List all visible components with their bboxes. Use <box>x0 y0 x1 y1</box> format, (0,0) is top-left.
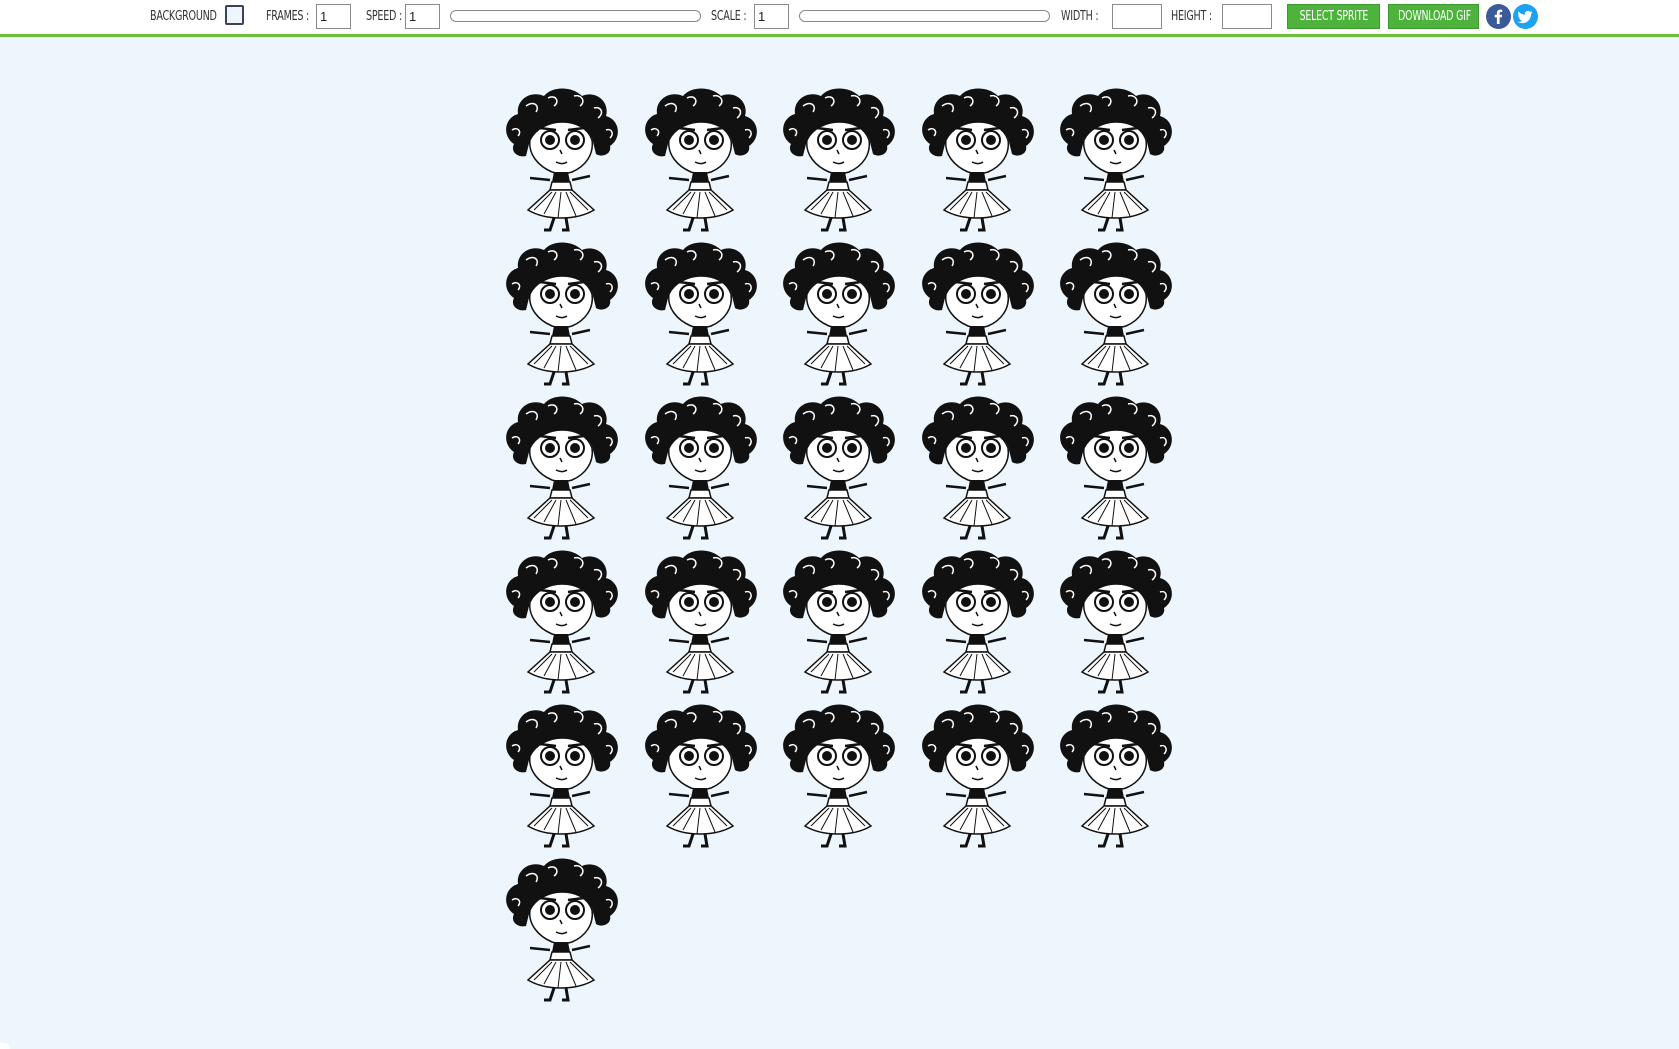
sprite-frame <box>496 546 628 694</box>
download-gif-button[interactable]: DOWNLOAD GIF <box>1388 4 1479 29</box>
sprite-frame <box>773 84 905 232</box>
width-input[interactable] <box>1112 4 1162 29</box>
scale-label: SCALE : <box>711 9 747 24</box>
corner-artifact <box>0 1043 10 1049</box>
sprite-frame <box>635 700 767 848</box>
sprite-frame <box>1050 238 1182 386</box>
sprite-frame <box>635 84 767 232</box>
sprite-frame <box>496 700 628 848</box>
scale-input[interactable] <box>754 4 789 29</box>
background-color-swatch[interactable] <box>225 5 244 25</box>
sprite-frame <box>1050 392 1182 540</box>
facebook-icon[interactable] <box>1486 4 1511 29</box>
select-sprite-button[interactable]: SELECT SPRITE <box>1287 4 1380 29</box>
sprite-frame <box>773 700 905 848</box>
scale-slider[interactable] <box>799 10 1050 22</box>
sprite-frame <box>635 392 767 540</box>
sprite-frame <box>773 238 905 386</box>
select-sprite-label: SELECT SPRITE <box>1299 9 1368 24</box>
sprite-frame <box>635 238 767 386</box>
sprite-frame <box>912 700 1044 848</box>
sprite-frame <box>496 84 628 232</box>
sprite-frame <box>912 84 1044 232</box>
sprite-frame <box>912 238 1044 386</box>
sprite-frame <box>496 238 628 386</box>
sprite-frame <box>912 392 1044 540</box>
speed-slider[interactable] <box>450 10 701 22</box>
sprite-frame <box>773 546 905 694</box>
background-label: BACKGROUND <box>150 9 217 24</box>
speed-input[interactable] <box>405 4 440 29</box>
toolbar: BACKGROUND FRAMES : SPEED : SCALE : WIDT… <box>0 0 1679 37</box>
download-gif-label: DOWNLOAD GIF <box>1398 9 1471 24</box>
height-input[interactable] <box>1222 4 1272 29</box>
speed-label: SPEED : <box>366 9 402 24</box>
sprite-frame <box>496 854 628 1002</box>
sprite-frame <box>773 392 905 540</box>
width-label: WIDTH : <box>1061 9 1099 24</box>
frames-input[interactable] <box>316 4 351 29</box>
sprite-frame <box>1050 700 1182 848</box>
sprite-frame <box>496 392 628 540</box>
sprite-frame <box>1050 84 1182 232</box>
frames-label: FRAMES : <box>266 9 310 24</box>
sprite-frame <box>635 546 767 694</box>
twitter-icon[interactable] <box>1513 4 1538 29</box>
sprite-frame <box>1050 546 1182 694</box>
sprite-frame <box>912 546 1044 694</box>
height-label: HEIGHT : <box>1171 9 1212 24</box>
